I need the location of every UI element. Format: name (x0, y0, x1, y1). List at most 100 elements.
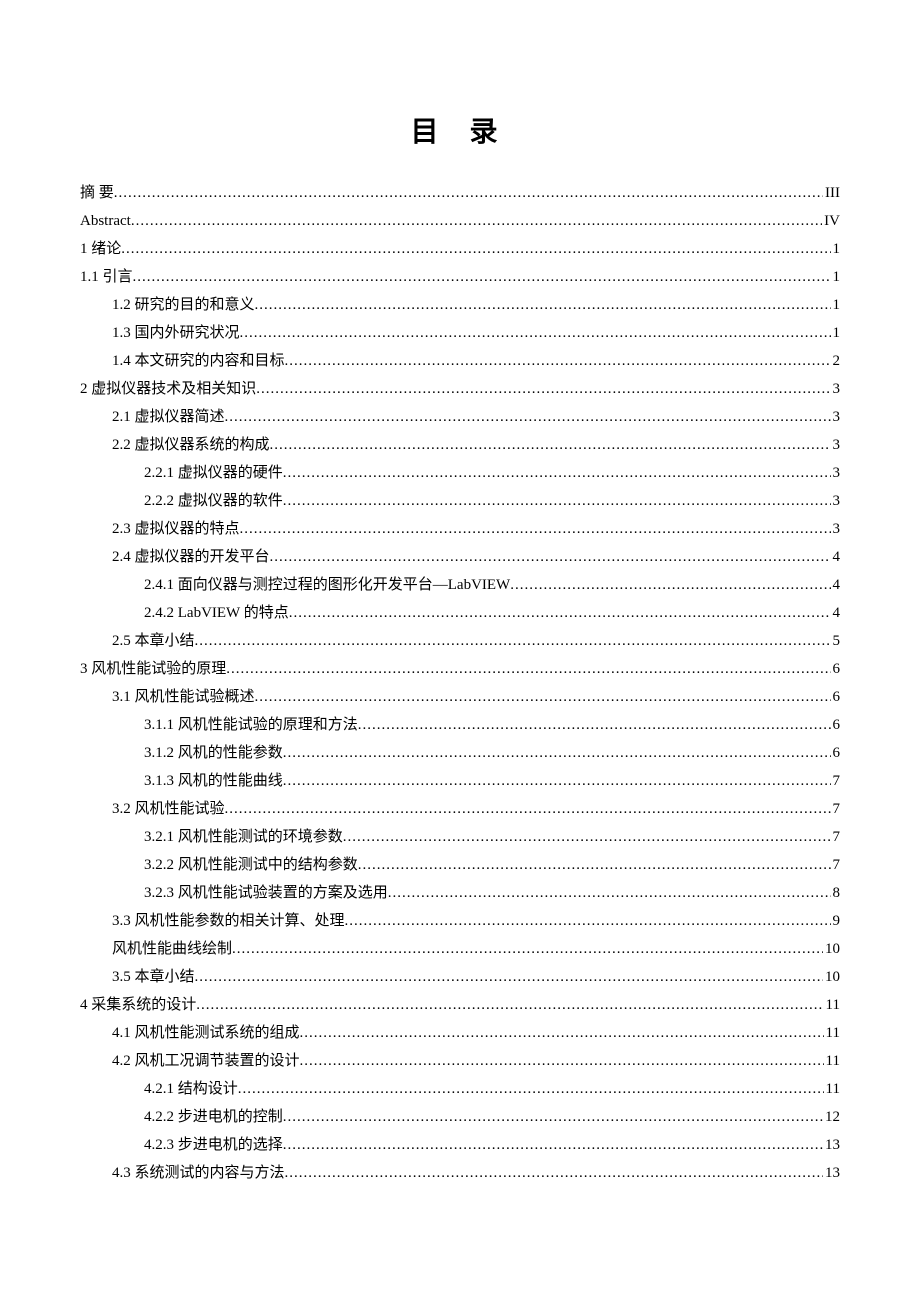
toc-leader-dots (510, 572, 830, 599)
toc-leader-dots (196, 992, 823, 1019)
toc-entry: 2 虚拟仪器技术及相关知识 3 (80, 376, 840, 403)
toc-entry-text: 3 风机性能试验的原理 (80, 656, 226, 683)
toc-leader-dots (270, 432, 831, 459)
toc-entry-page: 11 (824, 1020, 840, 1047)
toc-leader-dots (238, 1076, 824, 1103)
toc-entry-page: 11 (824, 1048, 840, 1075)
toc-entry-text: Abstract (80, 208, 131, 235)
toc-leader-dots (289, 600, 831, 627)
document-page: 目 录 摘 要IIIAbstractIV1 绪论11.1 引言11.2 研究的目… (0, 0, 920, 1302)
toc-leader-dots (232, 936, 823, 963)
toc-entry-text: 风机性能曲线绘制 (112, 936, 232, 963)
toc-leader-dots (285, 1160, 823, 1187)
toc-entry-page: 3 (831, 516, 841, 543)
toc-entry-text: 3.3 风机性能参数的相关计算、处理 (112, 908, 345, 935)
toc-entry: 3.2.3 风机性能试验装置的方案及选用8 (80, 880, 840, 907)
toc-entry: 2.4 虚拟仪器的开发平台 4 (80, 544, 840, 571)
toc-leader-dots (283, 488, 831, 515)
toc-leader-dots (343, 824, 831, 851)
toc-leader-dots (225, 404, 831, 431)
toc-leader-dots (270, 544, 831, 571)
toc-entry-page: 10 (823, 964, 840, 991)
toc-entry: Abstract IV (80, 208, 840, 235)
toc-entry-text: 4.2.3 步进电机的选择 (144, 1132, 283, 1159)
toc-entry: 1.1 引言1 (80, 264, 840, 291)
toc-entry: 风机性能曲线绘制10 (80, 936, 840, 963)
toc-entry-text: 2.4.1 面向仪器与测控过程的图形化开发平台—LabVIEW (144, 572, 510, 599)
toc-leader-dots (256, 376, 830, 403)
toc-leader-dots (388, 880, 831, 907)
toc-entry-page: 13 (823, 1160, 840, 1187)
toc-entry: 4.2 风机工况调节装置的设计11 (80, 1048, 840, 1075)
toc-entry-page: 7 (831, 768, 841, 795)
toc-entry-text: 2.4.2 LabVIEW 的特点 (144, 600, 289, 627)
toc-entry-page: 8 (831, 880, 841, 907)
toc-leader-dots (345, 908, 831, 935)
toc-leader-dots (195, 628, 831, 655)
toc-entry-text: 2.2.1 虚拟仪器的硬件 (144, 460, 283, 487)
toc-entry-text: 2.5 本章小结 (112, 628, 195, 655)
toc-entry: 3.1.3 风机的性能曲线7 (80, 768, 840, 795)
toc-entry-text: 2.2 虚拟仪器系统的构成 (112, 432, 270, 459)
toc-leader-dots (283, 768, 831, 795)
toc-entry-text: 2.1 虚拟仪器简述 (112, 404, 225, 431)
toc-entry: 4 采集系统的设计11 (80, 992, 840, 1019)
toc-entry-page: 3 (831, 376, 841, 403)
toc-leader-dots (114, 180, 823, 207)
toc-entry-page: 13 (823, 1132, 840, 1159)
toc-entry: 4.2.3 步进电机的选择 13 (80, 1132, 840, 1159)
toc-list: 摘 要IIIAbstractIV1 绪论11.1 引言11.2 研究的目的和意义… (80, 180, 840, 1187)
toc-entry-text: 3.1 风机性能试验概述 (112, 684, 255, 711)
toc-leader-dots (195, 964, 823, 991)
toc-entry-text: 4.2.2 步进电机的控制 (144, 1104, 283, 1131)
toc-entry-page: 7 (831, 796, 841, 823)
toc-entry: 2.2.2 虚拟仪器的软件3 (80, 488, 840, 515)
toc-leader-dots (240, 320, 831, 347)
toc-entry-page: 4 (831, 600, 841, 627)
toc-entry: 3.1.1 风机性能试验的原理和方法6 (80, 712, 840, 739)
toc-entry: 1 绪论1 (80, 236, 840, 263)
toc-entry: 2.5 本章小结5 (80, 628, 840, 655)
toc-entry-text: 3.1.2 风机的性能参数 (144, 740, 283, 767)
toc-entry-page: 4 (831, 572, 841, 599)
toc-entry-page: 1 (831, 236, 841, 263)
toc-entry-text: 1.2 研究的目的和意义 (112, 292, 255, 319)
toc-entry-text: 4.1 风机性能测试系统的组成 (112, 1020, 300, 1047)
toc-leader-dots (131, 208, 822, 235)
toc-entry-page: 11 (824, 1076, 840, 1103)
toc-entry: 3.5 本章小结 10 (80, 964, 840, 991)
toc-entry-page: 1 (831, 320, 841, 347)
toc-entry-page: 6 (831, 712, 841, 739)
toc-entry-text: 1.3 国内外研究状况 (112, 320, 240, 347)
toc-leader-dots (283, 460, 831, 487)
toc-entry: 3.1.2 风机的性能参数 6 (80, 740, 840, 767)
toc-entry-text: 2.2.2 虚拟仪器的软件 (144, 488, 283, 515)
toc-entry-page: 12 (823, 1104, 840, 1131)
toc-title: 目 录 (80, 110, 840, 150)
toc-entry-page: 1 (831, 292, 841, 319)
toc-leader-dots (358, 712, 831, 739)
toc-entry-text: 2.4 虚拟仪器的开发平台 (112, 544, 270, 571)
toc-leader-dots (255, 292, 831, 319)
toc-leader-dots (226, 656, 830, 683)
toc-entry-text: 2 虚拟仪器技术及相关知识 (80, 376, 256, 403)
toc-entry-page: 4 (831, 544, 841, 571)
toc-entry: 3.2.1 风机性能测试的环境参数7 (80, 824, 840, 851)
toc-entry-text: 3.2.1 风机性能测试的环境参数 (144, 824, 343, 851)
toc-entry-text: 2.3 虚拟仪器的特点 (112, 516, 240, 543)
toc-entry: 3 风机性能试验的原理6 (80, 656, 840, 683)
toc-entry-page: 2 (831, 348, 841, 375)
toc-entry-page: 6 (831, 740, 841, 767)
toc-entry-page: 7 (831, 852, 841, 879)
toc-entry-text: 3.2.2 风机性能测试中的结构参数 (144, 852, 358, 879)
toc-entry: 4.2.2 步进电机的控制 12 (80, 1104, 840, 1131)
toc-entry: 2.2 虚拟仪器系统的构成3 (80, 432, 840, 459)
toc-entry: 1.4 本文研究的内容和目标 2 (80, 348, 840, 375)
toc-entry-page: 9 (831, 908, 841, 935)
toc-entry-text: 3.2 风机性能试验 (112, 796, 225, 823)
toc-entry-page: 3 (831, 460, 841, 487)
toc-entry-page: IV (822, 208, 840, 235)
toc-entry-text: 1.4 本文研究的内容和目标 (112, 348, 285, 375)
toc-entry-text: 3.5 本章小结 (112, 964, 195, 991)
toc-entry-page: III (823, 180, 840, 207)
